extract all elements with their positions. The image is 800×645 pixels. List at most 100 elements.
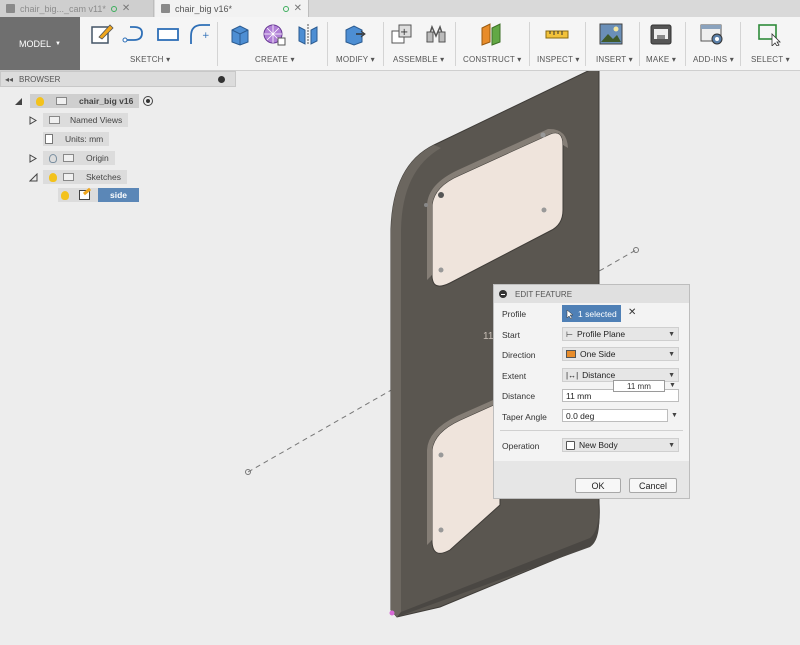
new-body-icon — [566, 440, 575, 450]
start-label: Start — [502, 330, 520, 340]
addins-menu[interactable]: ADD-INS ▾ — [693, 55, 734, 64]
make-menu[interactable]: MAKE ▾ — [646, 55, 676, 64]
browser-node-sketches[interactable]: Sketches — [29, 170, 127, 184]
select-menu[interactable]: SELECT ▾ — [751, 55, 790, 64]
toolbar-separator — [639, 22, 640, 66]
direction-value: One Side — [580, 349, 616, 359]
arc-icon[interactable]: + — [188, 22, 212, 46]
visibility-bulb-icon[interactable] — [49, 172, 57, 182]
tab-chair-big[interactable]: chair_big v16* ✕ — [155, 0, 309, 17]
workspace-switcher[interactable]: MODEL ▼ — [0, 17, 80, 70]
node-label: Named Views — [70, 115, 123, 125]
insert-image-icon[interactable] — [599, 22, 623, 46]
toolbar-separator — [685, 22, 686, 66]
cursor-arrow-icon — [566, 308, 574, 319]
extrude-icon[interactable] — [228, 22, 252, 46]
distance-popup-input[interactable]: 11 mm — [613, 380, 665, 392]
sketch-menu[interactable]: SKETCH ▾ — [130, 55, 170, 64]
browser-header: ◂◂ BROWSER — [0, 71, 236, 87]
toolbar-separator — [217, 22, 218, 66]
browser-root-node[interactable]: chair_big v16 — [14, 94, 154, 108]
tab-chair-big-cam[interactable]: chair_big..._cam v11* ✕ — [0, 0, 154, 17]
chevron-down-icon: ▼ — [668, 441, 675, 449]
browser-title: BROWSER — [19, 74, 61, 84]
browser-node-sketch-side[interactable]: side — [58, 187, 140, 202]
expanded-triangle-icon[interactable] — [29, 172, 38, 182]
chevron-down-icon: ▼ — [55, 40, 61, 47]
line-icon[interactable] — [122, 22, 146, 46]
folder-icon — [63, 154, 74, 162]
sketch-icon — [79, 187, 92, 200]
saved-status-icon — [110, 5, 117, 12]
rectangle-icon[interactable] — [156, 22, 180, 46]
visibility-bulb-icon[interactable] — [49, 153, 57, 163]
inspect-menu[interactable]: INSPECT ▾ — [537, 55, 580, 64]
visibility-bulb-icon[interactable] — [61, 190, 69, 200]
close-icon[interactable]: ✕ — [122, 3, 130, 14]
toolbar-separator — [455, 22, 456, 66]
chevron-down-icon[interactable]: ▼ — [671, 412, 678, 419]
press-pull-icon[interactable] — [342, 22, 366, 46]
tab-title: chair_big v16* — [175, 3, 233, 14]
chevron-down-icon: ▼ — [668, 371, 675, 379]
extent-label: Extent — [502, 371, 527, 381]
new-component-icon[interactable]: + — [390, 22, 414, 46]
scripts-addins-icon[interactable] — [700, 22, 724, 46]
direction-dropdown[interactable]: One Side ▼ — [562, 347, 679, 361]
direction-label: Direction — [502, 350, 536, 360]
tab-title: chair_big..._cam v11* — [20, 3, 106, 14]
offset-plane-icon[interactable] — [479, 22, 503, 46]
taper-angle-input[interactable]: 0.0 deg — [562, 409, 668, 422]
measure-icon[interactable] — [545, 22, 569, 46]
joint-icon[interactable] — [424, 22, 448, 46]
chevron-down-icon[interactable]: ▼ — [669, 382, 676, 389]
svg-text:+: + — [400, 27, 408, 38]
browser-node-named-views[interactable]: Named Views — [29, 113, 129, 127]
create-sketch-icon[interactable] — [90, 22, 114, 46]
collapse-dialog-icon[interactable] — [499, 290, 507, 298]
mirror-icon[interactable] — [296, 22, 320, 46]
3d-print-icon[interactable] — [649, 22, 673, 46]
start-dropdown[interactable]: ⊢ Profile Plane ▼ — [562, 327, 679, 341]
browser-node-units[interactable]: Units: mm — [43, 132, 110, 146]
toolbar-separator — [383, 22, 384, 66]
assemble-menu[interactable]: ASSEMBLE ▾ — [393, 55, 444, 64]
create-menu[interactable]: CREATE ▾ — [255, 55, 295, 64]
distance-icon: |↔| — [566, 370, 579, 380]
saved-status-icon — [282, 5, 289, 12]
dialog-title: EDIT FEATURE — [515, 289, 573, 299]
collapsed-triangle-icon[interactable] — [29, 153, 37, 163]
toolbar-separator — [740, 22, 741, 66]
dimension-label: 11 — [483, 331, 494, 342]
operation-dropdown[interactable]: New Body ▼ — [562, 438, 679, 452]
extent-value: Distance — [582, 370, 616, 380]
insert-menu[interactable]: INSERT ▾ — [596, 55, 633, 64]
one-side-icon — [566, 350, 576, 358]
select-icon[interactable] — [758, 22, 782, 46]
activate-radio-icon[interactable] — [143, 96, 154, 106]
collapsed-triangle-icon[interactable] — [29, 115, 37, 125]
collapse-panel-icon[interactable]: ◂◂ — [5, 75, 13, 84]
visibility-bulb-icon[interactable] — [36, 96, 44, 106]
profile-selection-button[interactable]: 1 selected — [562, 305, 621, 322]
clear-selection-icon[interactable]: ✕ — [628, 307, 636, 318]
toolbar-separator — [529, 22, 530, 66]
node-label: Units: mm — [65, 134, 104, 144]
dialog-header: EDIT FEATURE — [494, 285, 689, 303]
document-icon — [161, 4, 170, 13]
ok-button[interactable]: OK — [575, 478, 621, 493]
toolbar-separator — [327, 22, 328, 66]
operation-label: Operation — [502, 441, 540, 451]
close-icon[interactable]: ✕ — [294, 3, 302, 14]
form-icon[interactable] — [262, 22, 286, 46]
chevron-down-icon: ▼ — [668, 350, 675, 358]
expanded-triangle-icon[interactable] — [14, 97, 23, 106]
profile-label: Profile — [502, 309, 527, 319]
profile-plane-icon: ⊢ — [566, 329, 573, 339]
minimize-icon[interactable] — [218, 75, 225, 83]
document-icon — [6, 4, 15, 13]
construct-menu[interactable]: CONSTRUCT ▾ — [463, 55, 522, 64]
modify-menu[interactable]: MODIFY ▾ — [336, 55, 375, 64]
browser-node-origin[interactable]: Origin — [29, 151, 115, 165]
cancel-button[interactable]: Cancel — [629, 478, 677, 493]
